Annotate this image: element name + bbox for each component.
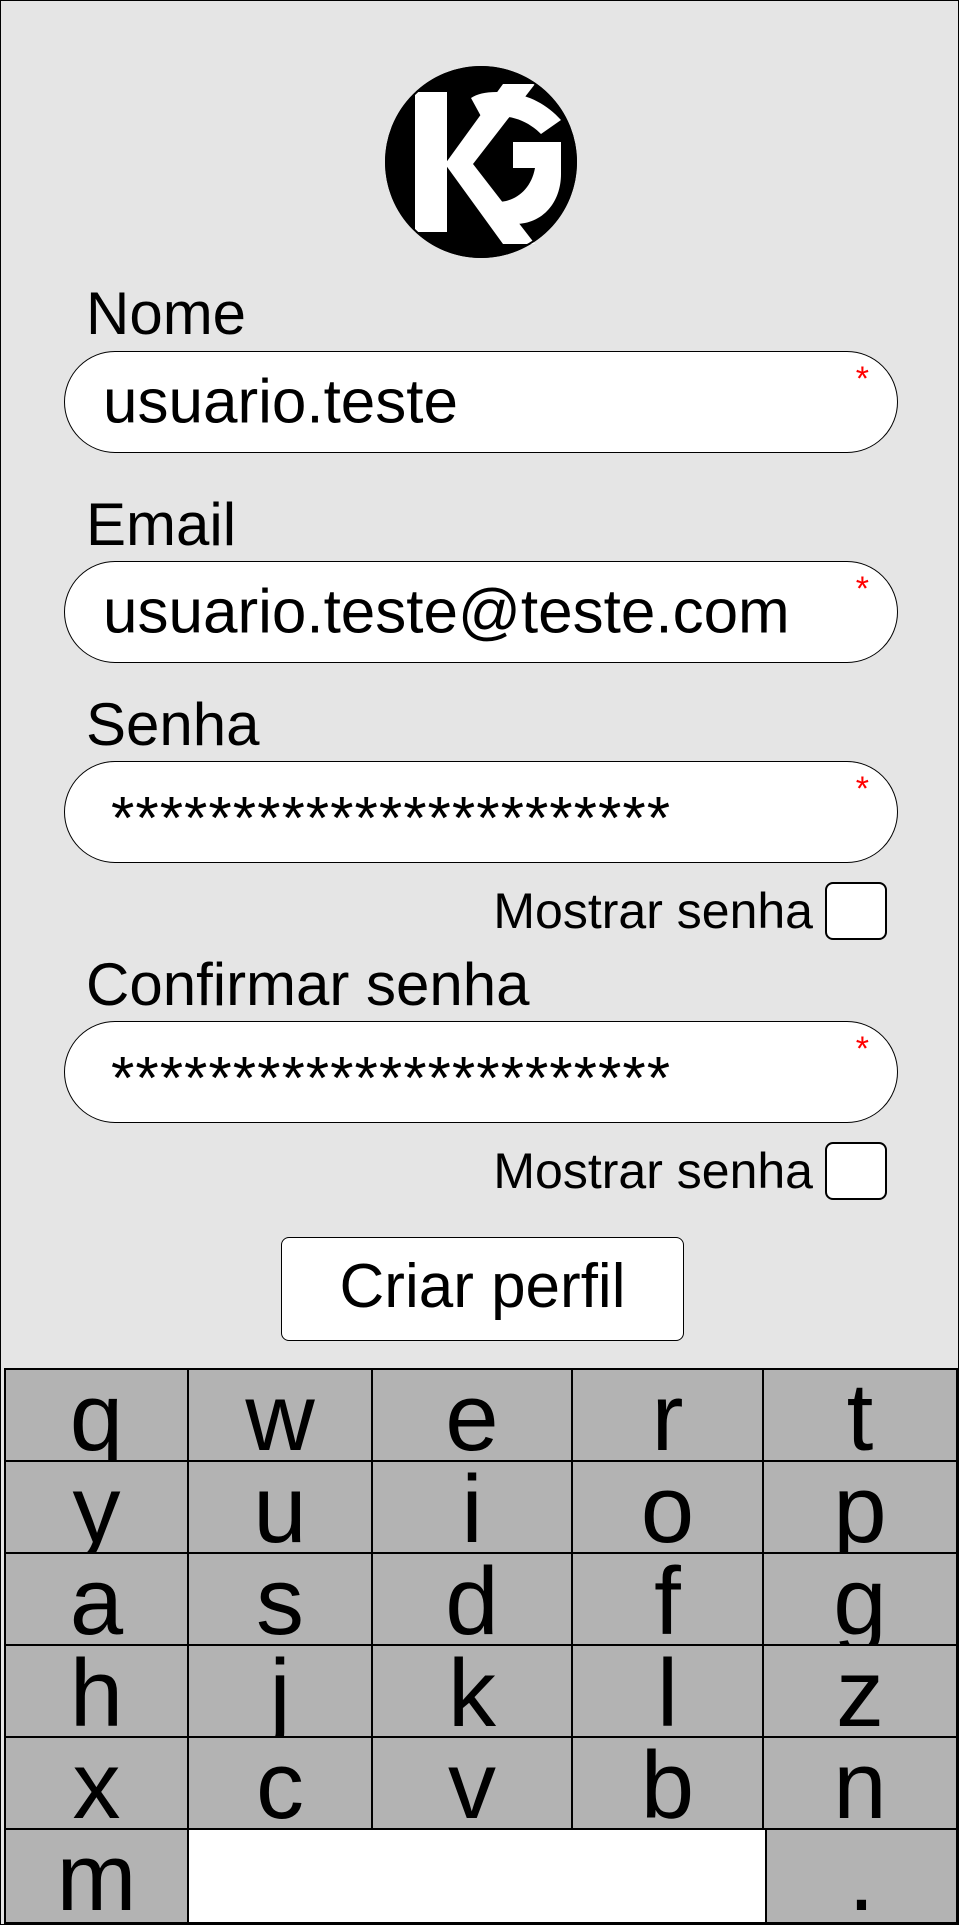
name-value: usuario.teste bbox=[103, 367, 458, 437]
key-label: u bbox=[253, 1460, 307, 1554]
key-h[interactable]: h bbox=[4, 1644, 189, 1738]
key-f[interactable]: f bbox=[571, 1552, 764, 1646]
show-confirm-password-label: Mostrar senha bbox=[493, 1143, 813, 1199]
key-k[interactable]: k bbox=[371, 1644, 573, 1738]
confirm-password-value: *********************** bbox=[111, 1044, 672, 1112]
email-value: usuario.teste@teste.com bbox=[103, 577, 790, 647]
required-star-icon: * bbox=[855, 570, 869, 608]
key-label: j bbox=[269, 1644, 291, 1738]
key-b[interactable]: b bbox=[571, 1736, 764, 1830]
password-value: *********************** bbox=[111, 784, 672, 852]
space-bar[interactable] bbox=[187, 1828, 767, 1924]
key-i[interactable]: i bbox=[371, 1460, 573, 1554]
key-o[interactable]: o bbox=[571, 1460, 764, 1554]
key-label: v bbox=[448, 1736, 496, 1830]
required-star-icon: * bbox=[855, 770, 869, 808]
registration-screen: Nome usuario.teste * Email usuario.teste… bbox=[0, 0, 959, 1925]
email-input[interactable]: usuario.teste@teste.com * bbox=[64, 561, 898, 663]
key-label: q bbox=[69, 1368, 124, 1462]
name-input[interactable]: usuario.teste * bbox=[64, 351, 898, 453]
key-label: x bbox=[72, 1736, 121, 1830]
password-input[interactable]: *********************** * bbox=[64, 761, 898, 863]
key-u[interactable]: u bbox=[187, 1460, 373, 1554]
show-password-checkbox[interactable] bbox=[825, 882, 887, 940]
key-a[interactable]: a bbox=[4, 1552, 189, 1646]
key-label: r bbox=[651, 1368, 684, 1462]
key-z[interactable]: z bbox=[762, 1644, 958, 1738]
key-y[interactable]: y bbox=[4, 1460, 189, 1554]
key-label: s bbox=[256, 1552, 304, 1646]
key-label: g bbox=[833, 1552, 887, 1646]
key-label: b bbox=[640, 1736, 695, 1830]
key-label: n bbox=[833, 1736, 887, 1830]
required-star-icon: * bbox=[855, 360, 869, 398]
show-confirm-password-checkbox[interactable] bbox=[825, 1142, 887, 1200]
key-d[interactable]: d bbox=[371, 1552, 573, 1646]
email-label: Email bbox=[86, 491, 237, 558]
key-p[interactable]: p bbox=[762, 1460, 958, 1554]
key-label: w bbox=[245, 1368, 315, 1462]
key-j[interactable]: j bbox=[187, 1644, 373, 1738]
key-label: c bbox=[256, 1736, 304, 1830]
key-label: m bbox=[56, 1828, 137, 1924]
key-n[interactable]: n bbox=[762, 1736, 958, 1830]
on-screen-keyboard: q w e r t y u i o p a s d f g h j k l z … bbox=[4, 1368, 958, 1924]
show-password-row: Mostrar senha bbox=[493, 881, 887, 941]
show-password-label: Mostrar senha bbox=[493, 883, 813, 939]
key-label: y bbox=[72, 1460, 121, 1554]
key-period[interactable]: . bbox=[765, 1828, 958, 1924]
key-g[interactable]: g bbox=[762, 1552, 958, 1646]
key-label: a bbox=[69, 1552, 124, 1646]
key-label: . bbox=[848, 1828, 875, 1924]
key-s[interactable]: s bbox=[187, 1552, 373, 1646]
key-w[interactable]: w bbox=[187, 1368, 373, 1462]
key-label: t bbox=[846, 1368, 874, 1462]
key-label: h bbox=[69, 1644, 124, 1738]
kg-logo-icon bbox=[385, 66, 577, 258]
confirm-password-input[interactable]: *********************** * bbox=[64, 1021, 898, 1123]
key-e[interactable]: e bbox=[371, 1368, 573, 1462]
key-label: f bbox=[654, 1552, 681, 1646]
key-label: d bbox=[445, 1552, 499, 1646]
key-l[interactable]: l bbox=[571, 1644, 764, 1738]
confirm-password-label: Confirmar senha bbox=[86, 951, 530, 1018]
key-label: i bbox=[461, 1460, 483, 1554]
key-v[interactable]: v bbox=[371, 1736, 573, 1830]
show-confirm-password-row: Mostrar senha bbox=[493, 1141, 887, 1201]
key-label: l bbox=[656, 1644, 679, 1738]
key-x[interactable]: x bbox=[4, 1736, 189, 1830]
key-label: e bbox=[445, 1368, 499, 1462]
key-t[interactable]: t bbox=[762, 1368, 958, 1462]
name-label: Nome bbox=[86, 280, 247, 347]
key-q[interactable]: q bbox=[4, 1368, 189, 1462]
password-label: Senha bbox=[86, 691, 260, 758]
key-c[interactable]: c bbox=[187, 1736, 373, 1830]
key-label: z bbox=[836, 1644, 884, 1738]
key-m[interactable]: m bbox=[4, 1828, 189, 1924]
key-label: k bbox=[448, 1644, 496, 1738]
create-profile-button[interactable]: Criar perfil bbox=[281, 1237, 684, 1341]
required-star-icon: * bbox=[855, 1030, 869, 1068]
key-label: p bbox=[833, 1460, 887, 1554]
key-label: o bbox=[640, 1460, 695, 1554]
key-r[interactable]: r bbox=[571, 1368, 764, 1462]
